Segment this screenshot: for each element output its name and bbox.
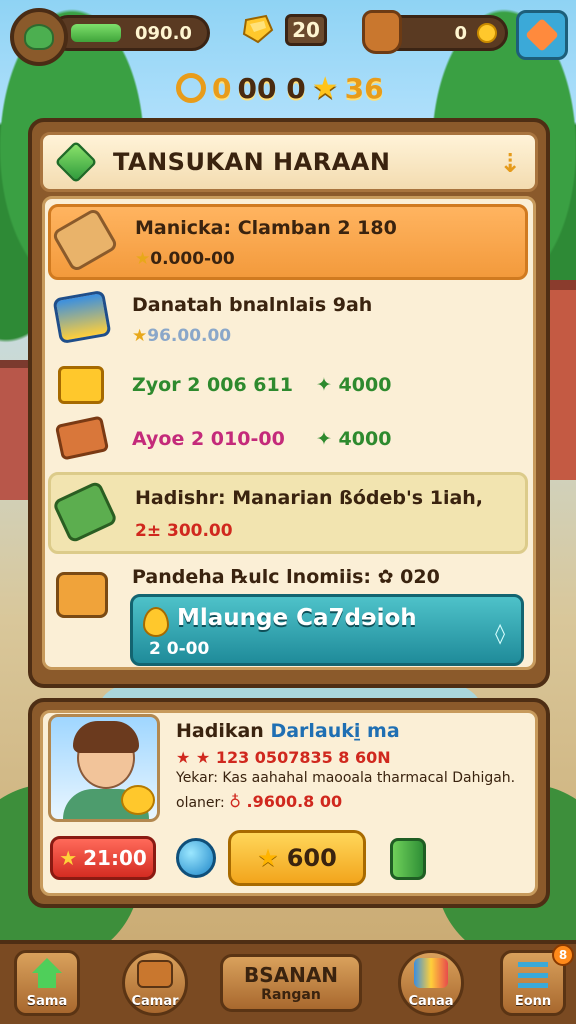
- leaf-icon: ✦: [316, 428, 339, 450]
- diamond-outline-icon: ◊: [495, 621, 505, 645]
- star-icon: ★: [257, 844, 279, 872]
- gold-drop-icon: [143, 607, 169, 637]
- gold-box-icon: [58, 366, 104, 404]
- star-icon: ★: [59, 846, 78, 870]
- notification-badge: 8: [552, 944, 574, 966]
- chevron-down-icon[interactable]: ⇣: [499, 149, 521, 179]
- stats-row: 0 00 0 ★ 36: [176, 68, 384, 108]
- list-item[interactable]: Manicka: Clamban 2 180 ★0.000-00: [48, 204, 528, 280]
- list-item-title: Manicka: Clamban 2 180: [135, 217, 397, 239]
- panel-title: TANSUKAN HARAAN: [113, 148, 391, 176]
- scroll-icon: [50, 207, 120, 273]
- character-name-prefix: Hadikan: [176, 720, 271, 742]
- xp-progress-fill: [71, 24, 121, 42]
- home-icon: [32, 958, 62, 988]
- nav-center-button[interactable]: BSANAN Rangan: [220, 954, 362, 1012]
- list-item-name: Zyor 2 006 611: [132, 374, 293, 396]
- xp-bar-pill[interactable]: 090.0: [50, 15, 210, 51]
- green-can-icon[interactable]: [390, 838, 426, 880]
- list-item-value: ★96.00.00: [132, 326, 232, 346]
- satchel-icon[interactable]: [362, 10, 402, 54]
- leaf-icon: ✦: [316, 374, 339, 396]
- list-item-value: ★0.000-00: [135, 249, 235, 269]
- character-description: Yekar: Kas aahahal maooala tharmacal Dah…: [176, 770, 516, 786]
- list-item-name: Ayoe 2 010-00: [132, 428, 285, 450]
- diamond-icon: [525, 18, 559, 52]
- nav-menu-label: Eonn: [514, 994, 552, 1009]
- status-value: ♁ .9600.8 00: [229, 792, 343, 811]
- turtle-icon: [24, 24, 54, 50]
- star-value: 36: [344, 71, 384, 105]
- stats-value: 00 0: [237, 71, 306, 105]
- ticket-icon: [52, 289, 112, 345]
- character-status: olaner: ♁ .9600.8 00: [176, 792, 342, 811]
- gem-count: 20: [285, 14, 327, 46]
- nav-center-title: BSANAN: [243, 963, 339, 987]
- list-item-value: 2± 300.00: [135, 521, 233, 541]
- ring-value: 0: [212, 71, 232, 105]
- treasure-icon: [56, 572, 108, 618]
- nav-shop-label: Canaa: [408, 994, 454, 1009]
- claim-button-label: Mlaunge Ca7dɘioh: [177, 605, 417, 631]
- menu-icon: [518, 962, 548, 988]
- green-card-icon: [51, 480, 119, 544]
- timer-button[interactable]: ★ 21:00: [50, 836, 156, 880]
- nav-center-subtitle: Rangan: [261, 987, 321, 1003]
- nav-home-button[interactable]: Sama: [14, 950, 80, 1016]
- star-icon: ★: [311, 70, 339, 106]
- list-item-title: Hadishr: Manarian ßódeb's 1iah,: [135, 487, 484, 509]
- xp-value: 090.0: [135, 22, 192, 44]
- coin-icon: [477, 23, 497, 43]
- character-name-highlight: Darlauki̱ ma: [270, 720, 400, 742]
- character-portrait[interactable]: [48, 714, 160, 822]
- top-hud: 090.0 20 0: [0, 0, 576, 70]
- status-label: olaner:: [176, 795, 225, 811]
- star-icon: ★: [135, 249, 151, 269]
- nav-shop-button[interactable]: Canaa: [398, 950, 464, 1016]
- claim-button-sub: 2 0-00: [149, 639, 210, 659]
- nav-home-label: Sama: [26, 994, 68, 1009]
- coin-value: 0: [454, 22, 467, 44]
- buy-button-label: 600: [286, 844, 337, 872]
- player-avatar[interactable]: [10, 8, 68, 66]
- character-stars: ★ ★ 123 0507835 8 60N: [176, 748, 391, 767]
- list-item[interactable]: Ayoe 2 010-00 ✦ 4000: [0, 415, 576, 461]
- list-item[interactable]: Danatah bnalnlais 9ah ★96.00.00: [48, 289, 528, 350]
- list-item[interactable]: Zyor 2 006 611 ✦ 4000: [0, 366, 576, 406]
- list-item-title: Pandeha ℞ulc lnomiis: ✿ 020: [132, 566, 440, 588]
- gold-coins-icon: [121, 785, 155, 815]
- claim-button[interactable]: Mlaunge Ca7dɘioh 2 0-00 ◊: [130, 594, 524, 666]
- blue-orb-button[interactable]: [176, 838, 216, 878]
- character-name: Hadikan Darlauki̱ ma: [176, 720, 400, 742]
- timer-button-label: 21:00: [83, 846, 147, 870]
- camera-icon: [137, 960, 173, 988]
- settings-button[interactable]: [516, 10, 568, 60]
- green-gem-icon: [54, 140, 98, 184]
- gold-gem-icon: [242, 14, 274, 44]
- character-hair: [73, 721, 139, 753]
- list-item-value: ✦ 4000: [316, 428, 392, 450]
- star-icon: ★: [132, 326, 148, 346]
- shop-icon: [414, 958, 448, 988]
- ring-icon: [176, 73, 206, 103]
- list-item[interactable]: Hadishr: Manarian ßódeb's 1iah, 2± 300.0…: [48, 472, 528, 554]
- list-item-value: ✦ 4000: [316, 374, 392, 396]
- nav-camera-label: Camar: [131, 994, 179, 1009]
- panel-header: TANSUKAN HARAAN ⇣: [40, 132, 538, 192]
- nav-camera-button[interactable]: Camar: [122, 950, 188, 1016]
- buy-button[interactable]: ★ 600: [228, 830, 366, 886]
- ticket-icon: [54, 415, 110, 461]
- list-item-title: Danatah bnalnlais 9ah: [132, 294, 373, 316]
